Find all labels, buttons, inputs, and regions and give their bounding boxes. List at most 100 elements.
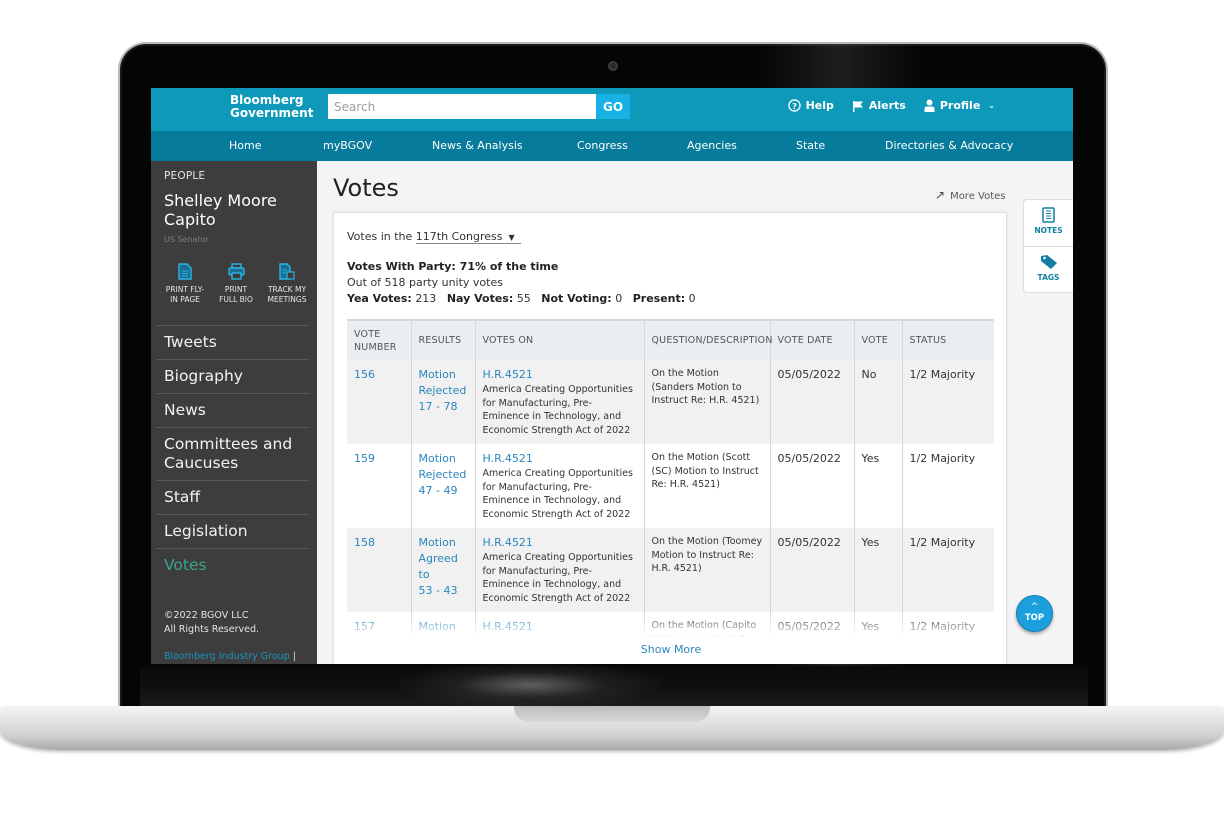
- sidebar-item-news[interactable]: News: [156, 393, 309, 427]
- vote-status: 1/2 Majority: [901, 360, 994, 444]
- side-tools-panel: NOTES TAGS: [1023, 199, 1073, 293]
- camera-icon: [608, 61, 618, 71]
- profile-menu[interactable]: Profile ⌄: [924, 99, 995, 112]
- caret-down-icon: ▼: [508, 233, 515, 242]
- yea-count: 213: [415, 292, 437, 305]
- question-description: On the Motion (Capito Motion to Instruct…: [651, 620, 757, 637]
- tags-button[interactable]: TAGS: [1024, 246, 1073, 292]
- help-link[interactable]: ? Help: [787, 99, 834, 112]
- column-header-results[interactable]: RESULTS: [410, 319, 475, 360]
- votes-card: Votes in the 117th Congress ▼ Votes With …: [333, 212, 1007, 664]
- show-more-button[interactable]: Show More: [334, 643, 1008, 656]
- table-row: 158 Motion Agreed to 53 - 43 H.R.4521 Ameri…: [347, 528, 994, 612]
- sidebar-item-tweets[interactable]: Tweets: [156, 325, 309, 359]
- printer-icon: [227, 263, 245, 280]
- bill-link[interactable]: H.R.4521: [483, 619, 637, 635]
- print-full-bio-button[interactable]: PRINT FULL BIO: [212, 263, 260, 305]
- column-header-vote-date[interactable]: VOTE DATE: [769, 319, 854, 360]
- people-sidebar: PEOPLE Shelley Moore Capito US Senator P…: [151, 161, 317, 664]
- help-circle-icon: ?: [787, 99, 801, 112]
- bill-link[interactable]: H.R.4521: [483, 367, 637, 383]
- nay-count: 55: [516, 292, 531, 305]
- vote-cast: Yes: [853, 528, 902, 612]
- nav-mybgov[interactable]: myBGOV: [323, 139, 372, 152]
- party-stats: Votes With Party: 71% of the time Out of…: [347, 260, 696, 305]
- person-title: US Senator: [164, 235, 209, 244]
- vote-number-link[interactable]: 159: [354, 452, 375, 465]
- votes-table-container: VOTE NUMBER RESULTS VOTES ON QUESTION/DE…: [347, 319, 994, 637]
- sidebar-item-legislation[interactable]: Legislation: [156, 514, 309, 548]
- user-icon: [924, 99, 935, 112]
- top-header: Bloomberg Government GO ? Help Alerts: [151, 88, 1073, 131]
- question-description: On the Motion (Sanders Motion to Instruc…: [651, 368, 760, 406]
- sidebar-item-votes[interactable]: Votes: [156, 548, 309, 582]
- not-voting-count: 0: [615, 292, 623, 305]
- print-fly-in-page-button[interactable]: PRINT FLY- IN PAGE: [161, 263, 209, 305]
- vote-cast: No: [853, 360, 902, 444]
- vote-date: 05/05/2022: [769, 528, 854, 612]
- vote-number-link[interactable]: 157: [354, 620, 375, 633]
- bill-title: America Creating Opportunities for Manuf…: [482, 384, 633, 436]
- table-row: 156 Motion Rejected 17 - 78 H.R.4521 Americ…: [347, 360, 994, 444]
- notes-button[interactable]: NOTES: [1024, 200, 1073, 246]
- congress-select[interactable]: 117th Congress ▼: [415, 230, 521, 244]
- chevron-up-icon: ^: [1030, 602, 1039, 612]
- result-link[interactable]: Motion Rejected 17 - 78: [419, 367, 468, 415]
- profile-actions: PRINT FLY- IN PAGE PRINT FULL BIO TRACK …: [161, 263, 311, 305]
- bill-title: America Creating Opportunities for Manuf…: [483, 635, 637, 637]
- back-to-top-button[interactable]: ^ TOP: [1016, 595, 1053, 632]
- sidebar-item-biography[interactable]: Biography: [156, 359, 309, 393]
- tag-icon: [1040, 255, 1057, 269]
- table-row: 159 Motion Rejected 47 - 49 H.R.4521 Americ…: [347, 444, 994, 528]
- sidebar-item-committees-caucuses[interactable]: Committees and Caucuses: [156, 427, 309, 480]
- column-header-votes-on[interactable]: VOTES ON: [474, 319, 644, 360]
- table-header-row: VOTE NUMBER RESULTS VOTES ON QUESTION/DE…: [347, 319, 994, 360]
- track-my-meetings-button[interactable]: TRACK MY MEETINGS: [263, 263, 311, 305]
- bill-link[interactable]: H.R.4521: [483, 451, 637, 467]
- present-count: 0: [688, 292, 696, 305]
- question-description: On the Motion (Scott (SC) Motion to Inst…: [651, 452, 759, 490]
- vote-status: 1/2 Majority: [901, 528, 994, 612]
- search-input[interactable]: [328, 94, 596, 119]
- column-header-vote-number[interactable]: VOTE NUMBER: [347, 319, 411, 360]
- person-name: Shelley Moore Capito: [164, 191, 277, 229]
- bloomberg-government-logo[interactable]: Bloomberg Government: [230, 94, 313, 120]
- sidebar-item-staff[interactable]: Staff: [156, 480, 309, 514]
- track-document-icon: [279, 263, 295, 280]
- result-link[interactable]: Motion Rejected 47 - 49: [419, 451, 468, 499]
- bloomberg-industry-group-link[interactable]: Bloomberg Industry Group |: [164, 651, 296, 662]
- result-link[interactable]: Motion Agreed to 53 - 43: [419, 535, 468, 599]
- svg-text:?: ?: [792, 101, 797, 111]
- chevron-down-icon: ⌄: [988, 101, 995, 110]
- bill-link[interactable]: H.R.4521: [483, 535, 637, 551]
- alerts-link[interactable]: Alerts: [852, 99, 906, 112]
- bill-title: America Creating Opportunities for Manuf…: [482, 468, 633, 520]
- sidebar-nav: Tweets Biography News Committees and Cau…: [156, 325, 309, 582]
- flag-icon: [852, 100, 863, 112]
- nav-news-analysis[interactable]: News & Analysis: [432, 139, 523, 152]
- vote-number-link[interactable]: 156: [354, 368, 375, 381]
- table-row: 157 Motion H.R.4521America Creating Oppo…: [347, 612, 994, 637]
- column-header-vote[interactable]: VOTE: [853, 319, 902, 360]
- nav-home[interactable]: Home: [229, 139, 261, 152]
- congress-filter: Votes in the 117th Congress ▼: [347, 230, 521, 244]
- votes-table: VOTE NUMBER RESULTS VOTES ON QUESTION/DE…: [347, 319, 994, 637]
- go-button[interactable]: GO: [596, 94, 630, 119]
- header-links: ? Help Alerts Profile ⌄: [787, 99, 995, 112]
- nav-congress[interactable]: Congress: [577, 139, 628, 152]
- nav-agencies[interactable]: Agencies: [687, 139, 737, 152]
- column-header-question[interactable]: QUESTION/DESCRIPTION: [643, 319, 772, 360]
- result-link[interactable]: Motion: [419, 619, 468, 635]
- vote-number-link[interactable]: 158: [354, 536, 375, 549]
- vote-date: 05/05/2022: [769, 612, 854, 637]
- nav-directories-advocacy[interactable]: Directories & Advocacy: [885, 139, 1013, 152]
- column-header-status[interactable]: STATUS: [901, 319, 994, 360]
- main-nav: Home myBGOV News & Analysis Congress Age…: [151, 131, 1073, 161]
- vote-date: 05/05/2022: [769, 360, 854, 444]
- page-title: Votes: [333, 174, 399, 202]
- nav-state[interactable]: State: [796, 139, 825, 152]
- bill-title: America Creating Opportunities for Manuf…: [482, 552, 633, 604]
- document-icon: [178, 263, 192, 280]
- vote-cast: Yes: [853, 612, 902, 637]
- more-votes-link[interactable]: ↗ More Votes: [935, 188, 1006, 202]
